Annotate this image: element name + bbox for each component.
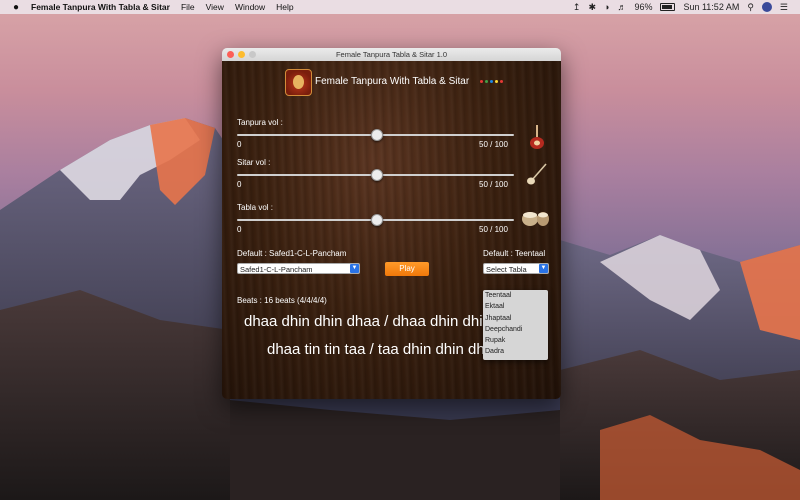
app-content: Female Tanpura With Tabla & Sitar Tanpur…: [222, 61, 561, 399]
apple-menu-icon[interactable]: ●: [9, 2, 23, 13]
dot-icon: [480, 80, 483, 83]
chevron-down-icon: ▼: [539, 264, 548, 273]
app-window: Female Tanpura Tabla & Sitar 1.0 Female …: [222, 48, 561, 399]
scale-select-value: Safed1-C-L-Pancham: [240, 265, 313, 274]
bol-line-2: dhaa tin tin taa / taa dhin dhin dhaa: [267, 341, 502, 358]
status-area: ↥ ✱ ◑ ♬ 96% Sun 11:52 AM ⚲ ☰: [573, 0, 800, 14]
tabla-dropdown-list: Teentaal Ektaal Jhaptaal Deepchandi Rupa…: [483, 290, 548, 360]
close-button[interactable]: [227, 51, 234, 58]
dot-icon: [485, 80, 488, 83]
dropdown-option[interactable]: Rupak: [483, 335, 548, 346]
scale-select[interactable]: Safed1-C-L-Pancham ▼: [237, 263, 360, 274]
dropdown-option[interactable]: Deepchandi: [483, 324, 548, 335]
tanpura-volume-thumb[interactable]: [370, 129, 383, 141]
dropdown-option[interactable]: Dadra: [483, 346, 548, 357]
tabla-select[interactable]: Select Tabla ▼: [483, 263, 549, 274]
menu-view[interactable]: View: [206, 2, 224, 12]
chevron-down-icon: ▼: [350, 264, 359, 273]
dot-icon: [500, 80, 503, 83]
sitar-volume-thumb[interactable]: [370, 169, 383, 181]
user-avatar-icon[interactable]: [761, 2, 772, 12]
battery-percent: 96%: [634, 2, 653, 12]
menu-help[interactable]: Help: [276, 2, 293, 12]
window-title: Female Tanpura Tabla & Sitar 1.0: [335, 50, 448, 59]
tabla-volume-thumb[interactable]: [370, 214, 383, 226]
scale-default-label: Default : Safed1-C-L-Pancham: [237, 249, 347, 258]
sitar-volume-label: Sitar vol :: [237, 158, 271, 167]
tabla-min-label: 0: [237, 225, 242, 234]
bluetooth-icon[interactable]: ✱: [588, 2, 596, 13]
volume-icon[interactable]: ♬: [617, 2, 626, 12]
menu-file[interactable]: File: [181, 2, 195, 12]
dot-icon: [490, 80, 493, 83]
tabla-select-value: Select Tabla: [486, 265, 527, 274]
title-bar[interactable]: Female Tanpura Tabla & Sitar 1.0: [222, 48, 561, 61]
play-button[interactable]: Play: [385, 262, 429, 276]
search-icon[interactable]: ⚲: [747, 2, 754, 13]
dropdown-option[interactable]: Ektaal: [483, 301, 548, 312]
taal-default-label: Default : Teentaal: [483, 249, 546, 258]
tanpura-icon: [530, 125, 544, 149]
dot-icon: [495, 80, 498, 83]
zoom-button[interactable]: [249, 51, 256, 58]
tabla-value-label: 50 / 100: [479, 225, 508, 234]
menu-app-name[interactable]: Female Tanpura With Tabla & Sitar: [31, 2, 170, 12]
clock[interactable]: Sun 11:52 AM: [683, 2, 739, 12]
menu-list-icon[interactable]: ☰: [780, 2, 788, 13]
menu-window[interactable]: Window: [235, 2, 265, 12]
sitar-min-label: 0: [237, 180, 242, 189]
minimize-button[interactable]: [238, 51, 245, 58]
tabla-drums-icon: [522, 212, 549, 226]
tanpura-value-label: 50 / 100: [479, 140, 508, 149]
tanpura-min-label: 0: [237, 140, 242, 149]
tanpura-volume-label: Tanpura vol :: [237, 118, 283, 127]
sitar-icon: [527, 163, 547, 185]
wifi-icon[interactable]: ◑: [604, 2, 609, 12]
app-header-title: Female Tanpura With Tabla & Sitar: [315, 76, 470, 87]
dropdown-option[interactable]: Teentaal: [483, 290, 548, 301]
upload-icon[interactable]: ↥: [573, 2, 581, 13]
beats-label: Beats : 16 beats (4/4/4/4): [237, 296, 327, 305]
decorative-dots: [480, 80, 503, 83]
sitar-value-label: 50 / 100: [479, 180, 508, 189]
tabla-volume-label: Tabla vol :: [237, 203, 274, 212]
dropdown-option[interactable]: Jhaptaal: [483, 313, 548, 324]
battery-icon[interactable]: [660, 3, 676, 11]
app-logo-icon: [285, 69, 312, 96]
menu-bar: ● Female Tanpura With Tabla & Sitar File…: [0, 0, 800, 14]
